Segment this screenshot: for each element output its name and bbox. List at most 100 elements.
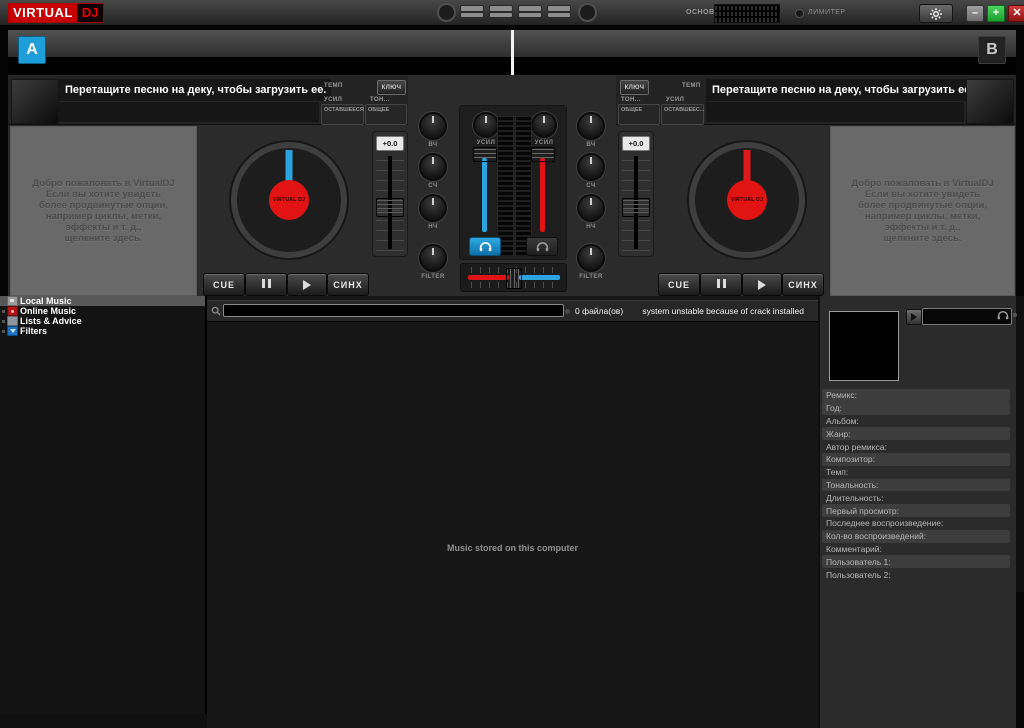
metadata-field-row[interactable]: Композитор: bbox=[822, 453, 1010, 466]
metadata-field-row[interactable]: Тональность: bbox=[822, 479, 1010, 492]
crossfader-right-bar[interactable] bbox=[519, 275, 560, 280]
sidebar-item[interactable]: Local Music bbox=[0, 296, 205, 306]
deck-b-welcome-panel[interactable]: Добро пожаловать в VirtualDJ Если вы хот… bbox=[830, 126, 1015, 296]
headphones-icon bbox=[997, 311, 1009, 320]
deck-a-badge[interactable]: A bbox=[18, 36, 46, 64]
deck-b-cue-button[interactable]: CUE bbox=[658, 273, 700, 296]
metadata-field-row[interactable]: Последнее воспроизведение: bbox=[822, 517, 1010, 530]
track-metadata-fields: Ремикс: Год: Альбом: Жанр: Автор ремикса… bbox=[822, 389, 1010, 581]
deck-b-sync-button[interactable]: СИНХ bbox=[782, 273, 824, 296]
expand-icon[interactable] bbox=[2, 330, 5, 333]
deck-a-play-button[interactable] bbox=[287, 273, 327, 296]
deck-b-key-button[interactable]: КЛЮЧ bbox=[620, 80, 649, 95]
limiter-indicator[interactable] bbox=[795, 9, 804, 18]
sidebar-item[interactable]: Lists & Advice bbox=[0, 316, 205, 326]
deck-a-sync-button[interactable]: СИНХ bbox=[327, 273, 369, 296]
metadata-field-label: Пользователь 1: bbox=[822, 557, 891, 567]
deck-b-badge[interactable]: B bbox=[978, 36, 1006, 64]
filter-icon bbox=[7, 326, 18, 336]
deck-a-tempo-label: ТЕМП bbox=[324, 83, 343, 89]
minimize-button[interactable]: – bbox=[966, 5, 984, 22]
sidebar-item[interactable]: Online Music bbox=[0, 306, 205, 316]
metadata-field-row[interactable]: Первый просмотр: bbox=[822, 504, 1010, 517]
metadata-field-label: Первый просмотр: bbox=[822, 506, 899, 516]
deck-b-pitch-handle[interactable] bbox=[622, 198, 650, 217]
eq-knob[interactable] bbox=[577, 194, 605, 222]
deck-a-pitch-handle[interactable] bbox=[376, 198, 404, 217]
expand-icon[interactable] bbox=[2, 310, 5, 313]
deck-b-album-art bbox=[966, 79, 1014, 124]
metadata-field-row[interactable]: Темп: bbox=[822, 466, 1010, 479]
deck-a-welcome-panel[interactable]: Добро пожаловать в VirtualDJ Если вы хот… bbox=[10, 126, 197, 296]
logo-dj-text: DJ bbox=[77, 4, 104, 22]
headphones-icon bbox=[479, 242, 492, 252]
sidebar-item[interactable]: Filters bbox=[0, 326, 205, 336]
deck-b-volume-handle[interactable] bbox=[531, 147, 555, 162]
expand-icon[interactable] bbox=[2, 300, 5, 303]
mixer-channel-strip: УСИЛ УСИЛ bbox=[459, 105, 567, 260]
deck-a-pitch-track[interactable] bbox=[376, 154, 404, 251]
metadata-field-row[interactable]: Жанр: bbox=[822, 427, 1010, 440]
deck-a-gain-knob-label: УСИЛ bbox=[477, 140, 496, 146]
eq-knob[interactable] bbox=[419, 244, 447, 272]
deck-b-headphone-cue-button[interactable] bbox=[526, 237, 558, 256]
deck-b-pitch-track[interactable] bbox=[622, 154, 650, 251]
maximize-button[interactable]: + bbox=[987, 5, 1005, 22]
deck-b-play-button[interactable] bbox=[742, 273, 782, 296]
deck-b-tempo-label: ТЕМП bbox=[682, 83, 701, 89]
settings-button[interactable] bbox=[919, 4, 953, 23]
deck-a-artist bbox=[59, 102, 319, 122]
deck-b-volume-track[interactable] bbox=[540, 158, 545, 232]
deck-a-jog-wheel[interactable]: VIRTUAL DJ bbox=[231, 142, 347, 258]
deck-a-title[interactable]: Перетащите песню на деку, чтобы загрузит… bbox=[59, 79, 331, 101]
eq-knob[interactable] bbox=[419, 194, 447, 222]
metadata-field-label: Жанр: bbox=[822, 429, 850, 439]
crossfader-left-bar[interactable] bbox=[468, 275, 509, 280]
metadata-field-label: Темп: bbox=[822, 467, 848, 477]
deck-a-gain-knob[interactable] bbox=[473, 112, 499, 138]
metadata-field-row[interactable]: Альбом: bbox=[822, 415, 1010, 428]
deck-a-pause-button[interactable] bbox=[245, 273, 287, 296]
deck-b-gain-knob[interactable] bbox=[531, 112, 557, 138]
limiter-label: ЛИМИТЕР bbox=[808, 9, 846, 16]
deck-b-jog-wheel[interactable]: VIRTUAL DJ bbox=[689, 142, 805, 258]
deck-a-headphone-cue-button[interactable] bbox=[469, 237, 501, 256]
metadata-field-row[interactable]: Пользователь 2: bbox=[822, 568, 1010, 581]
search-bar: 0 файла(ов) system unstable because of c… bbox=[207, 300, 818, 322]
eq-knob[interactable] bbox=[577, 112, 605, 140]
headphones-icon bbox=[536, 242, 549, 252]
deck-a-welcome-text: Добро пожаловать в VirtualDJ Если вы хот… bbox=[32, 178, 174, 244]
deck-a-cue-button[interactable]: CUE bbox=[203, 273, 245, 296]
deck-b-title[interactable]: Перетащите песню на деку, чтобы загрузит… bbox=[706, 79, 976, 101]
metadata-field-row[interactable]: Длительность: bbox=[822, 491, 1010, 504]
metadata-field-label: Тональность: bbox=[822, 480, 878, 490]
deck-b-pitch-fader: +0.0 bbox=[618, 131, 654, 257]
expand-icon[interactable] bbox=[2, 320, 5, 323]
close-button[interactable]: ✕ bbox=[1008, 5, 1024, 22]
eq-knob[interactable] bbox=[577, 153, 605, 181]
crossfader-handle[interactable] bbox=[506, 268, 522, 289]
master-vu-meter bbox=[714, 4, 780, 23]
deck-a-volume-handle[interactable] bbox=[473, 147, 497, 162]
metadata-field-row[interactable]: Ремикс: bbox=[822, 389, 1010, 402]
deck-b-pause-button[interactable] bbox=[700, 273, 742, 296]
eq-knob[interactable] bbox=[419, 112, 447, 140]
prelisten-indicator bbox=[1013, 313, 1017, 317]
eq-knob-label: FILTER bbox=[577, 274, 605, 280]
metadata-field-row[interactable]: Пользователь 1: bbox=[822, 555, 1010, 568]
browser-sidebar: Local Music Online Music Lists & Advice … bbox=[0, 296, 207, 714]
metadata-field-row[interactable]: Год: bbox=[822, 402, 1010, 415]
search-input[interactable] bbox=[223, 304, 564, 317]
metadata-field-label: Год: bbox=[822, 403, 842, 413]
prelisten-progress-bar[interactable] bbox=[922, 308, 1012, 325]
rhythm-waveform[interactable]: A B bbox=[8, 30, 1016, 75]
metadata-field-row[interactable]: Кол-во воспроизведений: bbox=[822, 530, 1010, 543]
deck-a-volume-track[interactable] bbox=[482, 158, 487, 232]
deck-a-key-button[interactable]: КЛЮЧ bbox=[377, 80, 406, 95]
metadata-field-row[interactable]: Комментарий: bbox=[822, 543, 1010, 556]
prelisten-play-button[interactable] bbox=[906, 309, 922, 325]
metadata-field-row[interactable]: Автор ремикса: bbox=[822, 440, 1010, 453]
deck-a-jog-brand: VIRTUAL DJ bbox=[273, 197, 305, 203]
eq-knob[interactable] bbox=[419, 153, 447, 181]
eq-knob[interactable] bbox=[577, 244, 605, 272]
